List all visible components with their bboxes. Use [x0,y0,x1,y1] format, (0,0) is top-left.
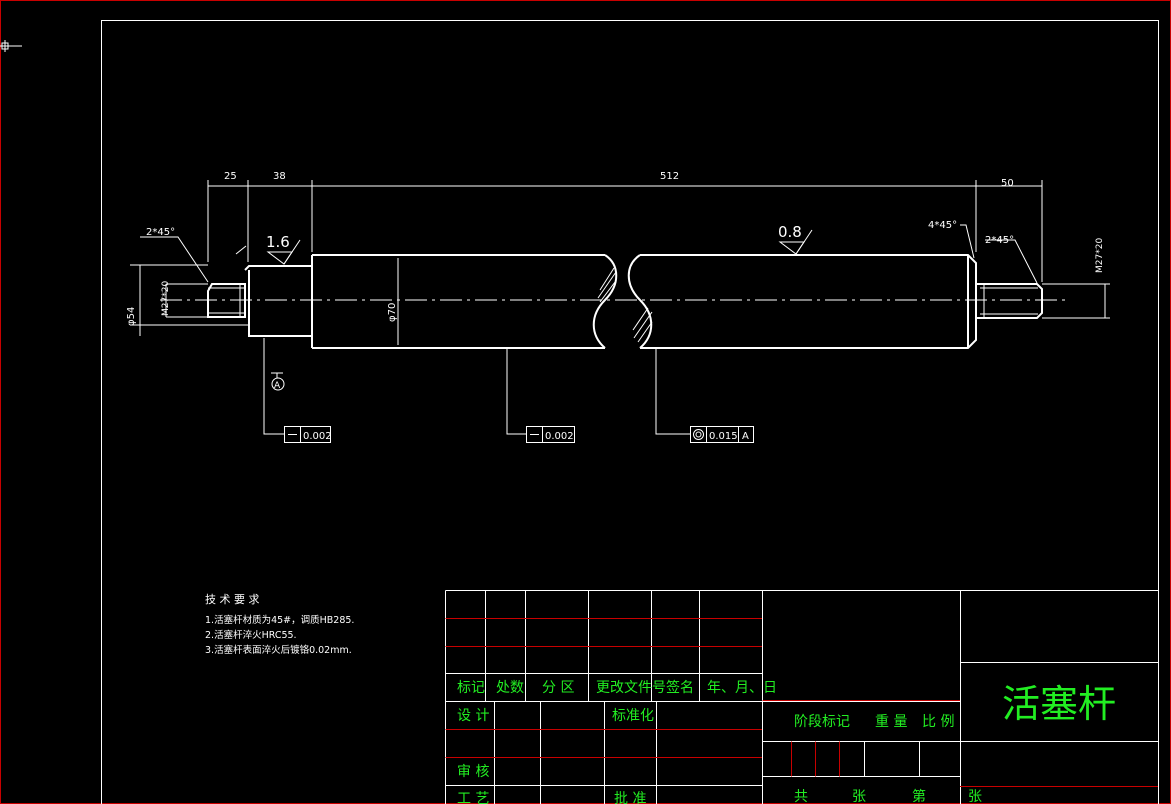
tolerance-value-1: 0.002 [303,431,332,442]
tolerance-datum-3: A [742,431,749,442]
roughness-right: 0.8 [778,223,813,255]
roughness-left: 1.6 [266,233,301,265]
datum-label: A [274,381,281,391]
tb-label-standardize: 标准化 [612,708,654,724]
tech-requirement-2: 2.活塞杆淬火HRC55. [205,629,297,641]
tech-requirements-heading: 技 术 要 求 [205,593,260,606]
cad-drawing-canvas[interactable]: 25 38 512 50 2*45° 4*45° 2*45° φ54 M27*2… [0,0,1171,804]
tb-label-sheets-1: 张 [852,789,866,804]
tb-label-review: 审 核 [457,764,489,780]
tb-label-scale: 比 例 [922,714,954,730]
chamfer-right-label: 2*45° [985,235,1014,246]
tech-requirement-1: 1.活塞杆材质为45#，调质HB285. [205,614,354,626]
left-shoulder [244,265,313,337]
tb-label-total: 共 [794,789,808,804]
cursor-crosshair-icon [0,40,22,52]
tb-label-approve: 批 准 [614,791,646,804]
tolerance-value-2: 0.002 [545,431,574,442]
tb-label-mark: 标记 [457,680,485,696]
tb-label-sheets-2: 张 [968,789,982,804]
viewport-border [0,0,1171,804]
roughness-left-value: 1.6 [266,233,290,251]
chamfer-right-inner-label: 4*45° [928,220,957,231]
tb-label-zone: 分 区 [542,680,574,696]
tech-requirement-3: 3.活塞杆表面淬火后镀铬0.02mm. [205,644,352,656]
dia-left-label: φ54 [126,307,137,326]
drawing-title: 活塞杆 [1002,682,1116,726]
tb-label-signature: 签名 [666,679,694,696]
tb-label-process: 工 艺 [457,791,489,804]
dia-main-label: φ70 [387,303,398,322]
tb-label-date: 年、月、日 [707,680,777,696]
break-line-right [627,254,653,349]
main-body-left [311,254,605,349]
tb-label-design: 设 计 [457,708,489,724]
tb-label-stage-mark: 阶段标记 [794,714,850,730]
thread-lines [130,258,1038,345]
tb-label-page: 第 [912,788,926,804]
tb-label-change-doc: 更改文件号 [596,680,666,696]
dim-512: 512 [660,171,679,182]
chamfer-left-label: 2*45° [146,227,175,238]
thread-right-label: M27*20 [1095,238,1105,273]
tb-label-count: 处数 [496,680,524,696]
dim-50: 50 [1001,178,1014,189]
right-thread-stub [976,283,1043,319]
dim-25: 25 [224,171,237,182]
roughness-right-value: 0.8 [778,223,802,241]
tolerance-leaders [263,338,690,435]
tb-label-weight: 重 量 [875,714,907,730]
tolerance-value-3: 0.015 [709,431,738,442]
dimension-lines [139,180,1110,336]
piston-rod-part [207,254,1043,349]
main-body-right [640,254,977,349]
dim-38: 38 [273,171,286,182]
thread-left-label: M27*20 [161,281,171,316]
